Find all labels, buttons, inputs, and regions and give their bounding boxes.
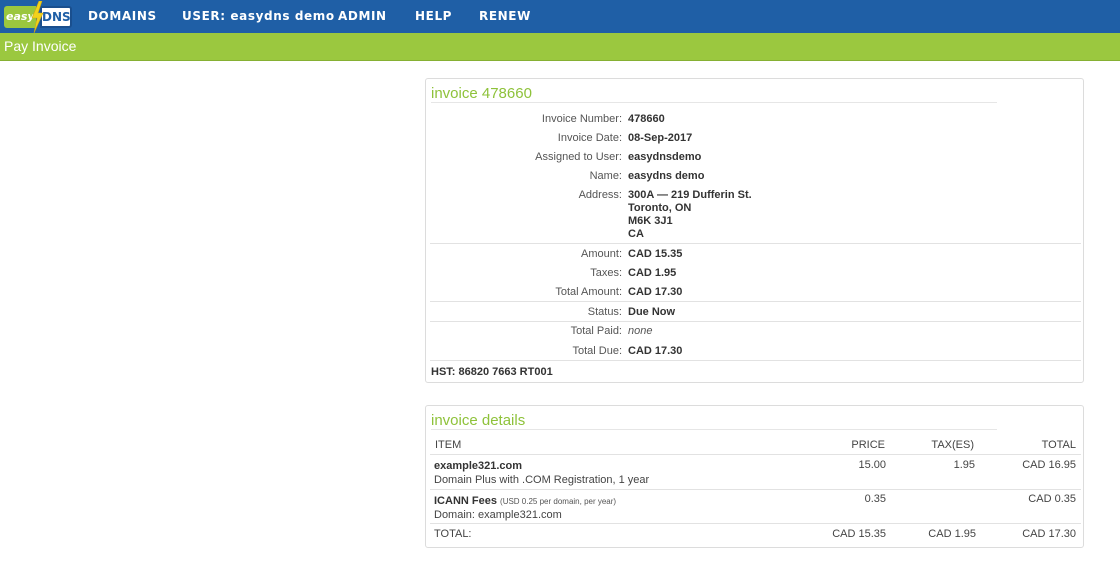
column-header-item: ITEM — [435, 439, 462, 451]
invoice-number-label: Invoice Number: — [541, 113, 622, 125]
nav-domains[interactable]: DOMAINS — [88, 0, 157, 33]
name-label: Name: — [589, 170, 622, 182]
column-header-price: PRICE — [851, 439, 885, 451]
row-divider — [430, 523, 1081, 524]
status-label: Status: — [587, 306, 622, 318]
invoice-summary-panel: invoice 478660 Invoice Number: 478660 In… — [425, 78, 1084, 383]
nav-admin[interactable]: ADMIN — [338, 0, 387, 33]
page-header-bar: Pay Invoice — [0, 33, 1120, 61]
title-divider — [431, 102, 997, 103]
totals-label: TOTAL: — [434, 528, 472, 540]
line-item-price: 15.00 — [858, 459, 886, 471]
total-due-label: Total Due: — [572, 345, 622, 357]
address-line-3: M6K 3J1 — [628, 215, 673, 227]
total-amount-label: Total Amount: — [555, 286, 622, 298]
nav-user[interactable]: USER: easydns demo — [182, 0, 335, 33]
nav-renew[interactable]: RENEW — [479, 0, 531, 33]
totals-total: CAD 17.30 — [1022, 528, 1076, 540]
line-item-name: example321.com — [434, 460, 523, 472]
total-paid-label: Total Paid: — [570, 325, 622, 337]
line-item-total: CAD 16.95 — [1022, 459, 1076, 471]
assigned-user-value: easydnsdemo — [628, 151, 702, 163]
section-divider — [430, 321, 1081, 322]
line-item-note: (USD 0.25 per domain, per year) — [500, 497, 617, 506]
address-line-4: CA — [628, 228, 644, 240]
address-line-2: Toronto, ON — [628, 202, 692, 214]
column-header-tax: TAX(ES) — [931, 439, 974, 451]
title-divider — [431, 429, 997, 430]
logo-dns-text: DNS — [40, 6, 72, 28]
line-item-description: Domain: example321.com — [434, 509, 562, 521]
amount-value: CAD 15.35 — [628, 248, 683, 260]
invoice-title: invoice 478660 — [431, 85, 532, 102]
total-amount-value: CAD 17.30 — [628, 286, 683, 298]
address-label: Address: — [578, 189, 622, 201]
address-line-1: 300A — 219 Dufferin St. — [628, 189, 752, 201]
section-divider — [430, 243, 1081, 244]
details-title: invoice details — [431, 412, 526, 429]
invoice-number-value: 478660 — [628, 113, 665, 125]
line-item-tax: 1.95 — [953, 459, 975, 471]
status-value: Due Now — [628, 306, 676, 318]
row-divider — [430, 489, 1081, 490]
line-item-total: CAD 0.35 — [1028, 493, 1076, 505]
total-paid-value: none — [628, 325, 653, 337]
line-item-name-text: ICANN Fees — [434, 495, 497, 507]
line-item-price: 0.35 — [864, 493, 886, 505]
taxes-value: CAD 1.95 — [628, 267, 677, 279]
invoice-date-value: 08-Sep-2017 — [628, 132, 693, 144]
totals-tax: CAD 1.95 — [928, 528, 976, 540]
line-item-name: ICANN Fees (USD 0.25 per domain, per yea… — [434, 495, 616, 507]
page-title: Pay Invoice — [4, 38, 77, 54]
section-divider — [430, 301, 1081, 302]
name-value: easydns demo — [628, 170, 705, 182]
invoice-date-label: Invoice Date: — [557, 132, 622, 144]
section-divider — [430, 360, 1081, 361]
hst-number: HST: 86820 7663 RT001 — [431, 366, 553, 378]
taxes-label: Taxes: — [590, 267, 622, 279]
column-header-total: TOTAL — [1041, 439, 1076, 451]
total-due-value: CAD 17.30 — [628, 345, 683, 357]
lightning-bolt-icon — [31, 1, 44, 33]
assigned-user-label: Assigned to User: — [535, 151, 622, 163]
easydns-logo[interactable]: easy DNS — [4, 1, 72, 33]
amount-label: Amount: — [581, 248, 622, 260]
top-nav-bar: easy DNS DOMAINS USER: easydns demo ADMI… — [0, 0, 1120, 33]
line-item-description: Domain Plus with .COM Registration, 1 ye… — [434, 474, 650, 486]
header-divider — [430, 454, 1081, 455]
invoice-details-panel: invoice details ITEM PRICE TAX(ES) TOTAL… — [425, 405, 1084, 548]
totals-price: CAD 15.35 — [832, 528, 886, 540]
nav-help[interactable]: HELP — [415, 0, 452, 33]
